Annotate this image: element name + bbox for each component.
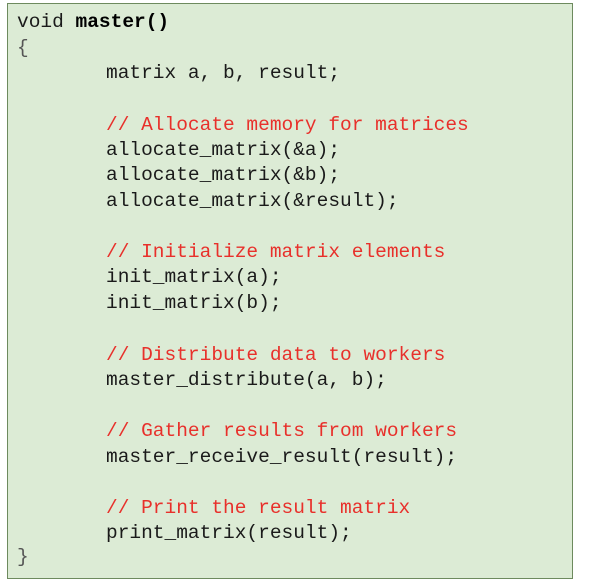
close-brace: }: [17, 546, 29, 568]
function-name: master: [75, 11, 146, 33]
function-parens: (): [145, 11, 170, 33]
code-line: init_matrix(b);: [106, 292, 282, 314]
code-line: allocate_matrix(&a);: [106, 139, 341, 161]
comment-print: // Print the result matrix: [106, 497, 411, 519]
return-type: void: [17, 11, 76, 33]
code-line: allocate_matrix(&b);: [106, 164, 341, 186]
comment-init: // Initialize matrix elements: [106, 241, 446, 263]
comment-distribute: // Distribute data to workers: [106, 344, 446, 366]
code-listing: void master() { matrix a, b, result; // …: [7, 3, 573, 579]
code-line: master_receive_result(result);: [106, 446, 458, 468]
code-line: allocate_matrix(&result);: [106, 190, 399, 212]
code-line: master_distribute(a, b);: [106, 369, 387, 391]
comment-gather: // Gather results from workers: [106, 420, 458, 442]
open-brace: {: [17, 37, 29, 59]
function-signature: void master(): [17, 10, 169, 34]
comment-allocate: // Allocate memory for matrices: [106, 114, 469, 136]
code-line: init_matrix(a);: [106, 266, 282, 288]
code-line: print_matrix(result);: [106, 522, 352, 544]
declaration-line: matrix a, b, result;: [106, 62, 341, 84]
